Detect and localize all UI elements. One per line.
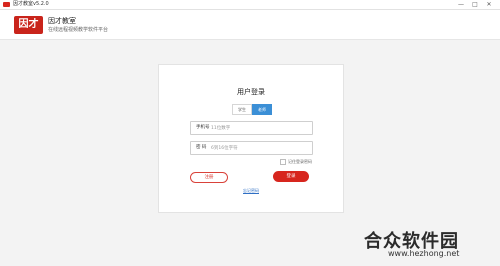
role-tabs: 学生 老师 — [232, 104, 272, 115]
phone-input[interactable] — [211, 123, 306, 133]
remember-password[interactable]: 记住登录密码 — [280, 159, 312, 165]
login-button[interactable]: 登录 — [273, 171, 309, 182]
app-header: 因才 因才教室 在线远程视频教学软件平台 — [0, 10, 500, 40]
close-button[interactable]: ✕ — [482, 0, 496, 9]
tab-teacher[interactable]: 老师 — [252, 104, 272, 115]
watermark-url: www.hezhong.net — [388, 249, 460, 258]
register-button[interactable]: 注册 — [190, 172, 228, 183]
app-icon — [3, 2, 10, 7]
remember-label: 记住登录密码 — [288, 159, 312, 164]
password-input[interactable] — [211, 143, 306, 153]
login-card: 用户登录 学生 老师 手机号 密 码 记住登录密码 注册 登录 忘记密码 — [158, 64, 344, 213]
brand-tagline: 在线远程视频教学软件平台 — [48, 27, 109, 33]
window-title: 因才教室v5.2.0 — [13, 1, 49, 7]
phone-label: 手机号 — [196, 125, 210, 130]
brand-name: 因才教室 — [48, 17, 76, 25]
forgot-password-link[interactable]: 忘记密码 — [159, 188, 343, 194]
window-titlebar: 因才教室v5.2.0 — □ ✕ — [0, 0, 500, 10]
app-logo: 因才 — [14, 16, 43, 34]
remember-checkbox[interactable] — [280, 159, 286, 165]
tab-student[interactable]: 学生 — [232, 104, 252, 115]
phone-field: 手机号 — [190, 121, 313, 135]
minimize-button[interactable]: — — [454, 0, 468, 9]
password-label: 密 码 — [196, 145, 207, 150]
maximize-button[interactable]: □ — [468, 0, 482, 9]
login-title: 用户登录 — [237, 88, 265, 96]
password-field: 密 码 — [190, 141, 313, 155]
window-controls: — □ ✕ — [454, 0, 496, 9]
